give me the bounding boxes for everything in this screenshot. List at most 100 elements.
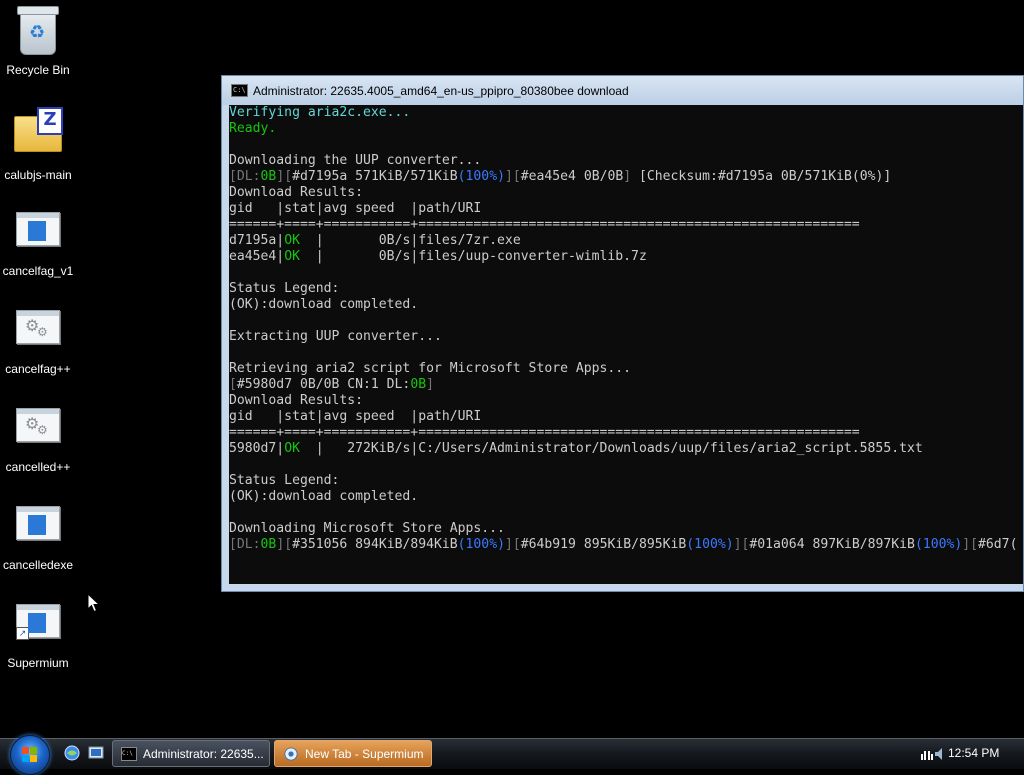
console-text-segment: #ea45e4 0B/0B [520, 169, 624, 184]
console-text-segment: ======+====+===========+================… [229, 425, 860, 440]
console-text-segment: Verifying aria2c.exe... [229, 105, 411, 120]
console-line: Status Legend: [229, 281, 1017, 297]
console-text-segment: DL: [236, 537, 261, 552]
console-text-segment: (OK):download completed. [229, 489, 419, 504]
console-text-segment: gid |stat|avg speed |path/URI [229, 409, 482, 424]
console-text-segment: Ready. [229, 121, 277, 136]
console-text-segment: #d7195a 571KiB/571KiB [292, 169, 458, 184]
console-text-segment: Status Legend: [229, 473, 340, 488]
console-text-segment: ======+====+===========+================… [229, 217, 860, 232]
console-text-segment: 0B [260, 537, 277, 552]
console-line: ======+====+===========+================… [229, 425, 1017, 441]
console-line: Download Results: [229, 185, 1017, 201]
console-text-segment: ][ [733, 537, 750, 552]
console-line: (OK):download completed. [229, 489, 1017, 505]
console-output-area[interactable]: Verifying aria2c.exe... Ready. Downloading… [229, 105, 1023, 584]
desktop-icon-calubjs-main[interactable]: Z calubjs-main [0, 106, 76, 182]
console-text-segment: ] [426, 377, 434, 392]
console-text-segment: ][ [276, 537, 293, 552]
system-tray: 12:54 PM [914, 741, 1024, 768]
console-text-segment: [ [229, 537, 237, 552]
mouse-pointer-icon [87, 593, 101, 613]
console-title: Administrator: 22635.4005_amd64_en-us_pp… [253, 83, 629, 98]
console-text-segment: | 0B/s|files/uup-converter-wimlib.7z [299, 249, 647, 264]
browser-icon[interactable] [64, 745, 80, 761]
desktop-icon-recycle-bin[interactable]: Recycle Bin [0, 6, 76, 77]
windows-start-orb-icon[interactable] [10, 735, 50, 775]
console-text-segment: #64b919 895KiB/895KiB [520, 537, 687, 552]
network-icon[interactable] [920, 747, 934, 761]
gears-file-icon: ⚙ ⚙ [14, 408, 62, 456]
console-text-segment: (100%) [686, 537, 734, 552]
console-line: Extracting UUP converter... [229, 329, 1017, 345]
console-text-segment: OK [284, 249, 300, 264]
zip-folder-icon: Z [14, 107, 63, 164]
console-text-segment: Download Results: [229, 185, 364, 200]
desktop-icon-supermium[interactable]: ↗ Supermium [0, 596, 76, 670]
console-text-segment: #351056 894KiB/894KiB [292, 537, 458, 552]
volume-icon[interactable] [934, 747, 946, 761]
console-text-segment: Extracting UUP converter... [229, 329, 442, 344]
console-line: [#5980d7 0B/0B CN:1 DL:0B] [229, 377, 1017, 393]
desktop-icon-label: cancelfag_v1 [2, 264, 74, 278]
desktop-icon-cancelledexe[interactable]: cancelledexe [0, 498, 76, 572]
console-line: ea45e4|OK | 0B/s|files/uup-converter-wim… [229, 249, 1017, 265]
console-text-segment: gid |stat|avg speed |path/URI [229, 201, 482, 216]
command-prompt-icon: C:\ [121, 746, 137, 761]
console-text-segment: | 0B/s|files/7zr.exe [299, 233, 521, 248]
console-line: Downloading the UUP converter... [229, 153, 1017, 169]
console-text-segment: 5980d7| [229, 441, 285, 456]
console-text-segment: [ [229, 169, 237, 184]
console-line: Ready. [229, 121, 1017, 137]
console-text-segment: #01a064 897KiB/897KiB [749, 537, 915, 552]
console-text-segment: (OK):download completed. [229, 297, 419, 312]
console-titlebar[interactable]: C:\ Administrator: 22635.4005_amd64_en-u… [222, 76, 1023, 105]
console-line: (OK):download completed. [229, 297, 1017, 313]
taskbar-clock[interactable]: 12:54 PM [948, 746, 999, 760]
taskbar-button-console[interactable]: C:\ Administrator: 22635... [112, 740, 270, 767]
console-text-segment: (100%) [914, 537, 963, 552]
shortcut-arrow-icon: ↗ [16, 627, 29, 640]
application-window-shortcut-icon: ↗ [14, 604, 62, 652]
desktop-icon-cancelfag-plusplus[interactable]: ⚙ ⚙ cancelfag++ [0, 302, 76, 376]
recycle-bin-icon [14, 6, 62, 59]
console-line: [DL:0B][#d7195a 571KiB/571KiB(100%)][#ea… [229, 169, 1017, 185]
console-text-segment: ] [623, 169, 640, 184]
console-text-segment: #5980d7 0B/0B CN:1 DL: [236, 377, 411, 392]
desktop-icon-cancelfag-v1[interactable]: cancelfag_v1 [0, 204, 76, 278]
supermium-browser-icon [284, 746, 298, 761]
application-window-icon [14, 212, 62, 260]
console-text-segment: 0B [260, 169, 277, 184]
desktop-icon-label: calubjs-main [4, 168, 72, 182]
console-text-segment: Downloading Microsoft Store Apps... [229, 521, 505, 536]
console-line: Verifying aria2c.exe... [229, 105, 1017, 121]
console-text-segment: d7195a| [229, 233, 285, 248]
gears-file-icon: ⚙ ⚙ [14, 310, 62, 358]
console-text-segment: Status Legend: [229, 281, 340, 296]
console-line: Retrieving aria2 script for Microsoft St… [229, 361, 1017, 377]
console-window[interactable]: C:\ Administrator: 22635.4005_amd64_en-u… [221, 75, 1024, 592]
desktop-icon-label: Supermium [7, 656, 69, 670]
console-text-segment: [ [229, 377, 237, 392]
show-desktop-icon[interactable] [88, 745, 104, 761]
console-text-segment: ][ [504, 537, 521, 552]
console-text-segment: ea45e4| [229, 249, 285, 264]
desktop-icon-label: cancelfag++ [5, 362, 71, 376]
taskbar-button-label: Administrator: 22635... [143, 746, 264, 761]
taskbar-button-label: New Tab - Supermium [305, 746, 424, 761]
console-text-segment: ][ [276, 169, 293, 184]
application-window-icon [14, 506, 62, 554]
console-line: 5980d7|OK | 272KiB/s|C:/Users/Administra… [229, 441, 1017, 457]
desktop-icon-cancelled-plusplus[interactable]: ⚙ ⚙ cancelled++ [0, 400, 76, 474]
console-output-text: Verifying aria2c.exe... Ready. Downloading… [229, 105, 1017, 553]
console-line: gid |stat|avg speed |path/URI [229, 201, 1017, 217]
taskbar-button-supermium[interactable]: New Tab - Supermium [274, 740, 432, 767]
console-text-segment: | 272KiB/s|C:/Users/Administrator/Downlo… [299, 441, 923, 456]
console-text-segment: ][ [962, 537, 979, 552]
